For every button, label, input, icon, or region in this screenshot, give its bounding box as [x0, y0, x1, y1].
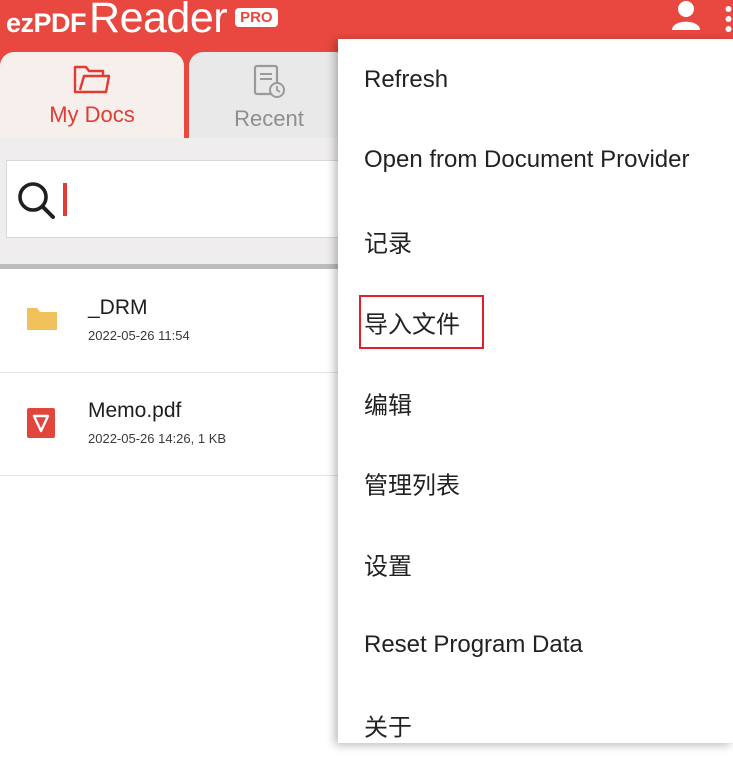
pdf-file-icon: [27, 408, 55, 438]
overflow-menu: Refresh Open from Document Provider 记录 导…: [338, 39, 733, 743]
menu-item-settings[interactable]: 设置: [338, 524, 733, 604]
user-icon[interactable]: [670, 0, 702, 30]
menu-item-label: Refresh: [364, 66, 449, 93]
menu-item-open-from-document-provider[interactable]: Open from Document Provider: [338, 120, 733, 200]
search-input[interactable]: [6, 160, 368, 238]
menu-item-history[interactable]: 记录: [338, 201, 733, 281]
menu-item-label: 记录: [364, 230, 412, 258]
menu-item-manage-list[interactable]: 管理列表: [338, 443, 733, 523]
pro-badge: PRO: [235, 8, 278, 27]
folder-icon: [27, 308, 57, 330]
menu-item-label: 编辑: [364, 392, 412, 420]
menu-item-label: 关于: [364, 714, 412, 742]
menu-item-refresh[interactable]: Refresh: [338, 40, 733, 120]
overflow-menu-icon[interactable]: [724, 4, 733, 34]
menu-item-label: 管理列表: [364, 472, 460, 500]
file-meta: 2022-05-26 11:54: [88, 328, 190, 343]
tab-label: Recent: [234, 106, 304, 131]
text-caret: [63, 183, 67, 216]
menu-item-label: 设置: [364, 553, 412, 581]
menu-item-label: Open from Document Provider: [364, 146, 690, 173]
menu-item-about[interactable]: 关于: [338, 685, 733, 765]
file-name: Memo.pdf: [88, 399, 182, 422]
recent-document-icon: [253, 64, 285, 98]
menu-item-reset-program-data[interactable]: Reset Program Data: [338, 605, 733, 685]
file-meta: 2022-05-26 14:26, 1 KB: [88, 431, 227, 446]
tab-my-docs[interactable]: My Docs: [0, 52, 184, 138]
logo-brand: ezPDF: [6, 8, 87, 38]
folder-open-icon: [73, 65, 111, 94]
menu-item-label: Reset Program Data: [364, 631, 583, 658]
tab-label: My Docs: [49, 102, 135, 127]
logo-name: Reader: [89, 0, 228, 42]
menu-item-label: 导入文件: [364, 311, 460, 339]
menu-item-import-file[interactable]: 导入文件: [338, 282, 733, 362]
file-name: _DRM: [88, 296, 148, 319]
menu-item-edit[interactable]: 编辑: [338, 363, 733, 443]
search-icon: [18, 182, 55, 219]
app-logo: ezPDF Reader PRO: [6, 0, 278, 42]
tab-recent[interactable]: Recent: [189, 52, 349, 138]
